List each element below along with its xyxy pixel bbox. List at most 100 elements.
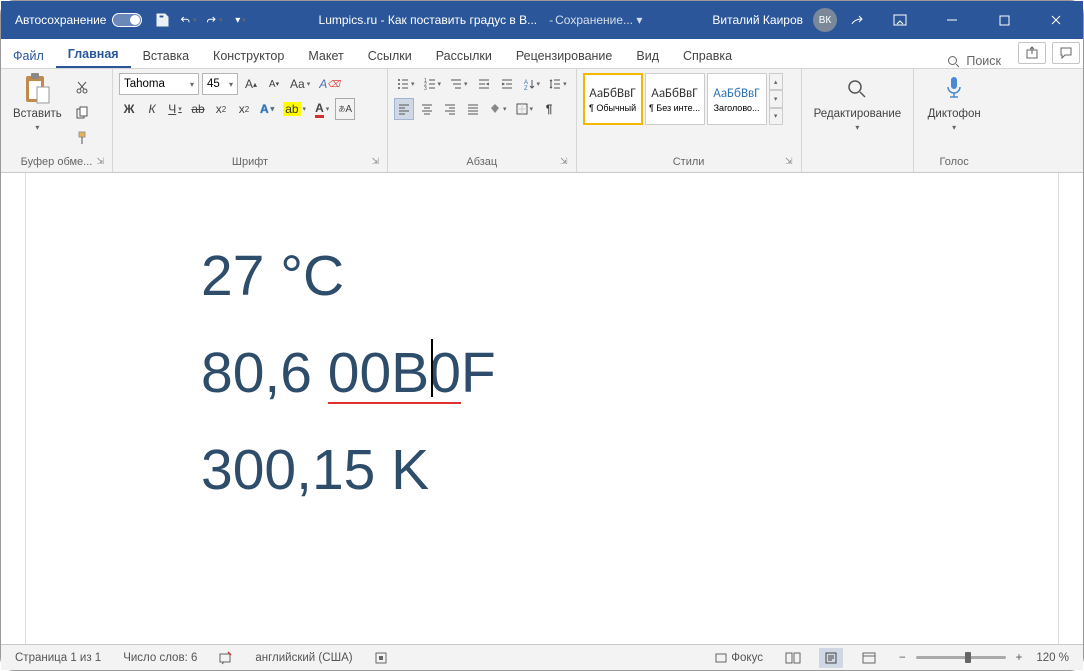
macro-status[interactable] xyxy=(371,645,391,670)
text-line-2[interactable]: 80,6 00B0F xyxy=(201,325,1058,422)
word-count[interactable]: Число слов: 6 xyxy=(119,645,201,670)
launcher-icon[interactable]: ⇲ xyxy=(96,156,104,167)
tab-insert[interactable]: Вставка xyxy=(131,44,201,68)
group-clipboard: Вставить ▾ Буфер обме...⇲ xyxy=(1,69,113,172)
autosave-label: Автосохранение xyxy=(15,13,106,27)
svg-text:Z: Z xyxy=(524,86,528,90)
align-right-button[interactable] xyxy=(440,98,460,120)
tab-mailings[interactable]: Рассылки xyxy=(424,44,504,68)
tab-help[interactable]: Справка xyxy=(671,44,744,68)
launcher-icon[interactable]: ⇲ xyxy=(785,156,793,167)
justify-button[interactable] xyxy=(463,98,483,120)
tab-design[interactable]: Конструктор xyxy=(201,44,296,68)
text-cursor xyxy=(431,339,433,397)
tab-layout[interactable]: Макет xyxy=(296,44,355,68)
microphone-icon xyxy=(938,73,970,105)
superscript-button[interactable]: x2 xyxy=(234,98,254,120)
clipboard-icon xyxy=(21,73,53,105)
search-box[interactable]: Поиск xyxy=(933,54,1015,68)
tab-view[interactable]: Вид xyxy=(624,44,671,68)
focus-mode[interactable]: Фокус xyxy=(711,645,767,670)
cut-button[interactable] xyxy=(72,77,92,99)
zoom-out-button[interactable]: − xyxy=(895,652,910,664)
tab-home[interactable]: Главная xyxy=(56,42,131,68)
numbering-button[interactable]: 123 xyxy=(421,73,445,95)
bullets-button[interactable] xyxy=(394,73,418,95)
search-icon xyxy=(947,55,960,68)
font-name-combo[interactable]: Tahoma xyxy=(119,73,199,95)
web-layout-view[interactable] xyxy=(857,648,881,668)
read-mode-view[interactable] xyxy=(781,648,805,668)
borders-button[interactable] xyxy=(513,98,537,120)
zoom-slider[interactable] xyxy=(916,656,1006,659)
highlight-button[interactable]: ab xyxy=(280,98,309,120)
tab-review[interactable]: Рецензирование xyxy=(504,44,625,68)
align-left-button[interactable] xyxy=(394,98,414,120)
text-line-1[interactable]: 27 °C xyxy=(201,228,1058,325)
tab-file[interactable]: Файл xyxy=(1,44,56,68)
paste-button[interactable]: Вставить ▾ xyxy=(7,73,68,132)
styles-gallery-nav[interactable]: ▴▾▾ xyxy=(769,73,783,125)
autosave-toggle[interactable]: Автосохранение xyxy=(15,13,142,27)
align-center-button[interactable] xyxy=(417,98,437,120)
toggle-switch[interactable] xyxy=(112,13,142,27)
strike-button[interactable]: ab xyxy=(188,98,208,120)
user-avatar[interactable]: ВК xyxy=(813,8,837,32)
user-name[interactable]: Виталий Каиров xyxy=(712,13,803,27)
shrink-font-button[interactable]: A▾ xyxy=(264,73,284,95)
maximize-button[interactable] xyxy=(981,1,1027,39)
redo-icon[interactable] xyxy=(206,12,222,28)
document-workspace[interactable]: 27 °C 80,6 00B0F 300,15 K xyxy=(1,173,1083,644)
shading-button[interactable] xyxy=(486,98,510,120)
copy-button[interactable] xyxy=(72,102,92,124)
paragraph-marks-button[interactable]: ¶ xyxy=(539,98,559,120)
bold-button[interactable]: Ж xyxy=(119,98,139,120)
dictate-button[interactable]: Диктофон ▾ xyxy=(922,73,987,132)
subscript-button[interactable]: x2 xyxy=(211,98,231,120)
zoom-in-button[interactable]: + xyxy=(1012,652,1027,664)
print-layout-view[interactable] xyxy=(819,648,843,668)
editing-button[interactable]: Редактирование ▾ xyxy=(808,73,908,132)
comments-button[interactable] xyxy=(1052,42,1080,64)
decrease-indent-button[interactable] xyxy=(474,73,494,95)
change-case-button[interactable]: Aa xyxy=(287,73,313,95)
zoom-level[interactable]: 120 % xyxy=(1032,652,1073,664)
phonetic-button[interactable]: あA xyxy=(335,98,355,120)
style-nospace[interactable]: АаБбВвГ¶ Без инте... xyxy=(645,73,705,125)
group-voice: Диктофон ▾ Голос xyxy=(914,69,994,172)
multilevel-button[interactable] xyxy=(447,73,471,95)
style-heading1[interactable]: АаБбВвГЗаголово... xyxy=(707,73,767,125)
page-status[interactable]: Страница 1 из 1 xyxy=(11,645,105,670)
font-color-button[interactable]: A xyxy=(312,98,332,120)
text-line-3[interactable]: 300,15 K xyxy=(201,422,1058,519)
save-icon[interactable] xyxy=(154,12,170,28)
find-icon xyxy=(841,73,873,105)
ribbon-tabs: Файл Главная Вставка Конструктор Макет С… xyxy=(1,39,1083,69)
increase-indent-button[interactable] xyxy=(497,73,517,95)
italic-button[interactable]: К xyxy=(142,98,162,120)
saving-status: -Сохранение... ▾ xyxy=(549,13,642,27)
underline-button[interactable]: Ч xyxy=(165,98,185,120)
grow-font-button[interactable]: A▴ xyxy=(241,73,261,95)
qat-customize-icon[interactable]: ▾ xyxy=(232,12,248,28)
near-share-icon[interactable] xyxy=(849,12,865,28)
tab-references[interactable]: Ссылки xyxy=(356,44,424,68)
style-normal[interactable]: АаБбВвГ¶ Обычный xyxy=(583,73,643,125)
spell-check-status[interactable] xyxy=(215,645,237,670)
format-painter-button[interactable] xyxy=(72,127,92,149)
share-button[interactable] xyxy=(1018,42,1046,64)
text-effects-button[interactable]: A xyxy=(257,98,277,120)
clear-format-button[interactable]: A⌫ xyxy=(316,73,343,95)
spelling-error[interactable]: 00B0 xyxy=(328,345,461,404)
undo-icon[interactable] xyxy=(180,12,196,28)
line-spacing-button[interactable] xyxy=(546,73,570,95)
launcher-icon[interactable]: ⇲ xyxy=(560,156,568,167)
close-button[interactable] xyxy=(1033,1,1079,39)
launcher-icon[interactable]: ⇲ xyxy=(371,156,379,167)
sort-button[interactable]: AZ xyxy=(520,73,544,95)
minimize-button[interactable] xyxy=(929,1,975,39)
document-page[interactable]: 27 °C 80,6 00B0F 300,15 K xyxy=(25,173,1059,644)
language-status[interactable]: английский (США) xyxy=(251,645,356,670)
font-size-combo[interactable]: 45 xyxy=(202,73,238,95)
ribbon-display-icon[interactable] xyxy=(877,1,923,39)
